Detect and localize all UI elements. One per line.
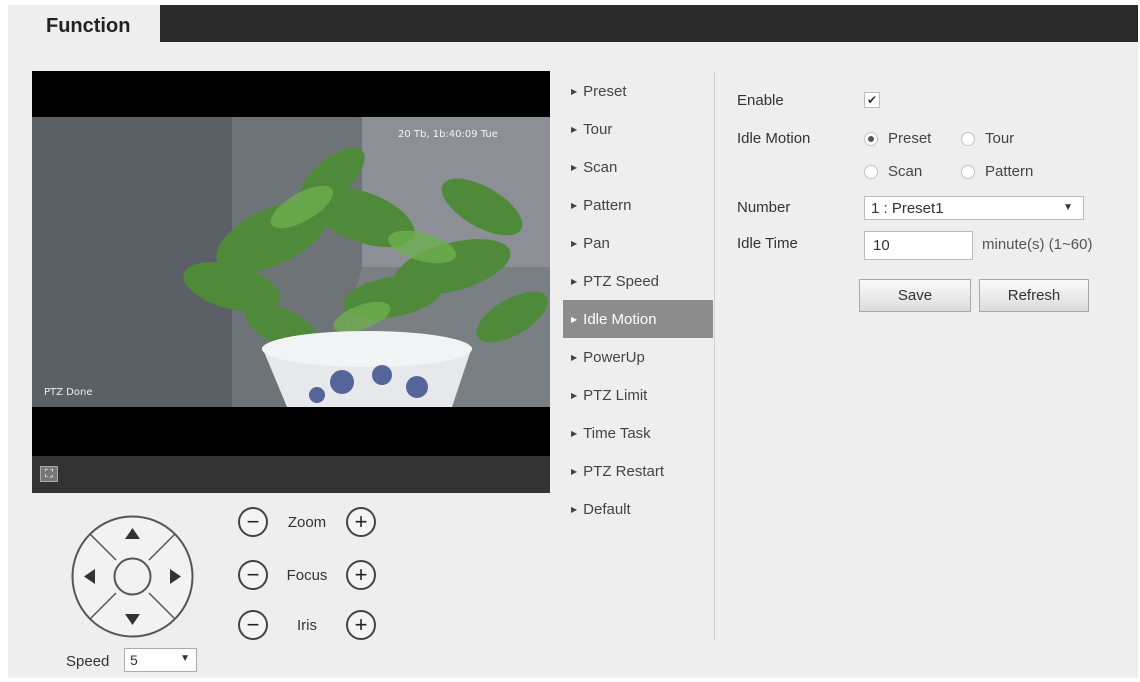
menu-item-label: Time Task — [583, 424, 651, 442]
idle-motion-label: Idle Motion — [737, 130, 811, 147]
function-menu: ▶ Preset ▶ Tour ▶ Scan ▶ Pattern ▶ Pan ▶ PTZ Speed ▶… — [563, 72, 713, 528]
triangle-right-icon: ▶ — [571, 162, 578, 172]
triangle-right-icon: ▶ — [571, 276, 578, 286]
triangle-right-icon: ▶ — [571, 200, 578, 210]
enable-checkbox[interactable]: ✔ — [864, 92, 880, 108]
menu-item-time-task[interactable]: ▶ Time Task — [563, 414, 713, 452]
enable-label: Enable — [737, 92, 784, 109]
focus-plus-button[interactable]: + — [346, 560, 376, 590]
idle-time-input[interactable]: 10 — [864, 231, 973, 260]
speed-value: 5 — [130, 652, 138, 668]
triangle-right-icon: ▶ — [571, 86, 578, 96]
radio-scan[interactable]: Scan — [864, 163, 922, 180]
menu-item-default[interactable]: ▶ Default — [563, 490, 713, 528]
speed-select[interactable]: 5 ▼ — [124, 648, 197, 672]
radio-tour-circle[interactable] — [961, 131, 975, 146]
triangle-right-icon: ▶ — [571, 314, 578, 324]
status-osd: PTZ Done — [44, 387, 93, 398]
menu-item-ptz-restart[interactable]: ▶ PTZ Restart — [563, 452, 713, 490]
menu-item-label: PTZ Restart — [583, 462, 665, 480]
menu-item-label: PTZ Speed — [583, 272, 660, 290]
triangle-right-icon: ▶ — [571, 352, 578, 362]
iris-label: Iris — [297, 616, 317, 634]
menu-item-ptz-speed[interactable]: ▶ PTZ Speed — [563, 262, 713, 300]
focus-label: Focus — [286, 566, 328, 584]
ptz-direction-pad[interactable] — [66, 514, 199, 639]
triangle-right-icon: ▶ — [571, 390, 578, 400]
radio-preset-circle[interactable] — [864, 131, 878, 146]
focus-minus-button[interactable]: − — [238, 560, 268, 590]
zoom-in-button[interactable]: + — [346, 507, 376, 537]
menu-item-powerup[interactable]: ▶ PowerUp — [563, 338, 713, 376]
iris-control: − Iris + — [238, 610, 376, 640]
menu-item-label: Default — [583, 500, 631, 518]
zoom-out-button[interactable]: − — [238, 507, 268, 537]
number-label: Number — [737, 199, 791, 216]
top-bar — [160, 5, 1138, 42]
iris-plus-button[interactable]: + — [346, 610, 376, 640]
tab-function[interactable]: Function — [8, 5, 160, 47]
iris-minus-button[interactable]: − — [238, 610, 268, 640]
radio-pattern-label: Pattern — [985, 163, 1034, 180]
triangle-right-icon: ▶ — [571, 238, 578, 248]
radio-scan-label: Scan — [888, 163, 923, 180]
menu-item-label: Pan — [583, 234, 610, 252]
menu-item-label: Idle Motion — [583, 310, 657, 328]
radio-tour-label: Tour — [985, 130, 1015, 147]
number-select[interactable]: 1 : Preset1 ▼ — [864, 196, 1084, 220]
video-toolbar: ⛶ — [32, 456, 550, 493]
focus-control: − Focus + — [238, 560, 376, 590]
speed-label: Speed — [66, 653, 110, 670]
menu-item-ptz-limit[interactable]: ▶ PTZ Limit — [563, 376, 713, 414]
zoom-control: − Zoom + — [238, 507, 376, 537]
video-preview: 20 Tb, 1b:40:09 Tue PTZ Done ⛶ — [32, 71, 550, 493]
menu-item-preset[interactable]: ▶ Preset — [563, 72, 713, 110]
menu-item-idle-motion[interactable]: ▶ Idle Motion — [563, 300, 713, 338]
triangle-right-icon: ▶ — [571, 428, 578, 438]
triangle-right-icon: ▶ — [571, 504, 578, 514]
radio-scan-circle[interactable] — [864, 164, 878, 179]
fullscreen-icon[interactable]: ⛶ — [40, 466, 58, 482]
chevron-down-icon: ▼ — [180, 653, 190, 664]
chevron-down-icon: ▼ — [1063, 202, 1073, 213]
menu-item-label: Tour — [583, 120, 613, 138]
triangle-right-icon: ▶ — [571, 466, 578, 476]
save-button[interactable]: Save — [859, 279, 971, 312]
triangle-right-icon: ▶ — [571, 124, 578, 134]
menu-item-scan[interactable]: ▶ Scan — [563, 148, 713, 186]
menu-item-label: PTZ Limit — [583, 386, 648, 404]
divider — [714, 72, 715, 640]
menu-item-label: PowerUp — [583, 348, 645, 366]
menu-item-tour[interactable]: ▶ Tour — [563, 110, 713, 148]
menu-item-label: Preset — [583, 82, 627, 100]
radio-pattern-circle[interactable] — [961, 164, 975, 179]
menu-item-label: Pattern — [583, 196, 632, 214]
ptz-center-button[interactable] — [113, 557, 152, 596]
idle-time-unit: minute(s) (1~60) — [982, 236, 1093, 253]
radio-pattern[interactable]: Pattern — [961, 163, 1033, 180]
menu-item-pattern[interactable]: ▶ Pattern — [563, 186, 713, 224]
radio-preset-label: Preset — [888, 130, 932, 147]
live-video-image — [32, 117, 550, 407]
menu-item-pan[interactable]: ▶ Pan — [563, 224, 713, 262]
radio-preset[interactable]: Preset — [864, 130, 931, 147]
radio-tour[interactable]: Tour — [961, 130, 1014, 147]
number-value: 1 : Preset1 — [871, 199, 944, 217]
timestamp-osd: 20 Tb, 1b:40:09 Tue — [398, 129, 498, 140]
idle-time-label: Idle Time — [737, 235, 798, 252]
refresh-button[interactable]: Refresh — [979, 279, 1089, 312]
menu-item-label: Scan — [583, 158, 618, 176]
zoom-label: Zoom — [287, 513, 327, 531]
